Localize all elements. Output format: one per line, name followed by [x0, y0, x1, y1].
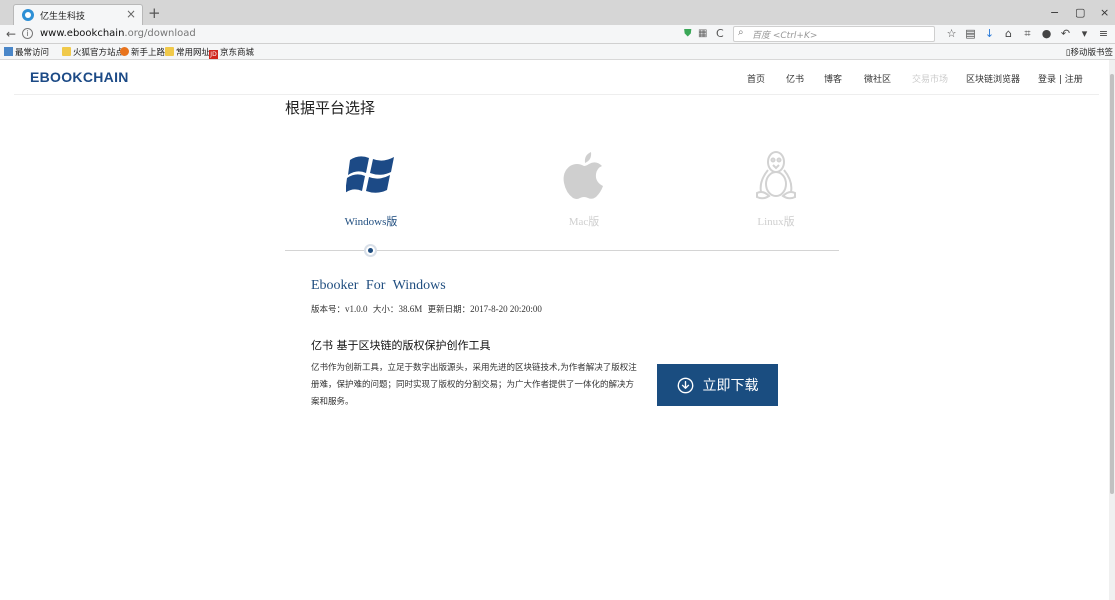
qr-code-icon[interactable]: ▦: [698, 28, 707, 39]
bookmark-label: 最常访问: [15, 48, 50, 58]
nav-login-register[interactable]: 登录 | 注册: [1038, 72, 1083, 85]
bookmark-list-icon: [4, 47, 13, 56]
bookmark-firefox-official[interactable]: 火狐官方站点: [62, 46, 124, 58]
size-value: 38.6M: [398, 304, 423, 314]
version-info: 版本号：v1.0.0 大小：38.6M 更新日期：2017-8-20 20:20…: [311, 303, 542, 315]
download-button[interactable]: 立即下载: [657, 364, 778, 406]
download-arrow-icon[interactable]: ↓: [980, 27, 999, 40]
bookmark-common-sites[interactable]: 常用网址: [165, 46, 210, 58]
page-title: 根据平台选择: [285, 99, 376, 117]
mobile-bookmarks[interactable]: ▯移动版书签: [1066, 46, 1113, 58]
undo-icon[interactable]: ↶: [1056, 27, 1075, 40]
address-bar[interactable]: www.ebookchain.org/download: [40, 28, 196, 39]
reading-list-icon[interactable]: ▤: [961, 27, 980, 40]
screenshot-icon[interactable]: ⌗: [1018, 27, 1037, 41]
bookmark-label: 常用网址: [176, 48, 211, 58]
site-info-icon[interactable]: i: [22, 28, 33, 39]
folder-icon: [62, 47, 71, 56]
apple-icon: [563, 152, 603, 199]
platform-mac[interactable]: Mac版: [529, 145, 639, 229]
close-tab-icon[interactable]: ×: [126, 7, 136, 21]
linux-icon: [756, 151, 796, 200]
scrollbar-thumb[interactable]: [1110, 74, 1114, 494]
browser-tab[interactable]: 亿生生科技 ×: [13, 4, 143, 25]
bookmark-label: 京东商城: [220, 48, 255, 58]
home-icon[interactable]: ⌂: [999, 27, 1018, 40]
platform-windows[interactable]: Windows版: [316, 145, 426, 229]
nav-marketplace[interactable]: 交易市场: [912, 72, 948, 85]
mobile-bookmarks-label: 移动版书签: [1070, 48, 1113, 58]
chat-icon[interactable]: ●: [1037, 27, 1056, 40]
update-date-value: 2017-8-20 20:20:00: [470, 304, 542, 314]
minimize-button[interactable]: −: [1050, 6, 1059, 19]
nav-blog[interactable]: 博客: [824, 72, 842, 85]
close-window-button[interactable]: ×: [1100, 6, 1109, 19]
reload-icon[interactable]: C: [716, 27, 724, 40]
bookmarks-bar: 最常访问 火狐官方站点 新手上路 常用网址 JD 京东商城 ▯移动版书签: [0, 44, 1115, 60]
nav-blockchain-explorer[interactable]: 区块链浏览器: [966, 72, 1020, 85]
platform-label: Mac版: [568, 216, 600, 228]
version-value: v1.0.0: [345, 304, 368, 314]
url-path: .org/download: [124, 28, 196, 39]
folder-icon: [165, 47, 174, 56]
site-logo[interactable]: EBOOKCHAIN: [30, 69, 129, 85]
platform-linux[interactable]: Linux版: [721, 145, 831, 229]
new-tab-button[interactable]: +: [148, 4, 161, 22]
download-circle-icon: [677, 377, 693, 393]
jd-logo-icon: JD: [209, 50, 218, 59]
download-label: 立即下载: [702, 377, 759, 393]
tab-title: 亿生生科技: [40, 12, 86, 22]
dropdown-icon[interactable]: ▾: [1075, 27, 1094, 40]
selected-platform-indicator: [364, 244, 377, 257]
description-text: 亿书作为创新工具，立足于数字出版源头，采用先进的区块链技术,为作者解决了版权注册…: [311, 363, 637, 407]
search-placeholder: 百度 <Ctrl+K>: [752, 31, 818, 41]
update-date-label: 更新日期：: [427, 305, 471, 315]
platform-label: Linux版: [757, 216, 795, 228]
browser-tab-bar: 亿生生科技 × + − ▢ ×: [0, 0, 1115, 25]
search-icon: ⌕: [738, 27, 744, 38]
bookmark-label: 新手上路: [131, 48, 166, 58]
bookmark-jd[interactable]: JD 京东商城: [209, 46, 254, 59]
nav-home[interactable]: 首页: [747, 72, 765, 85]
menu-icon[interactable]: ≡: [1094, 27, 1113, 40]
firefox-icon: [120, 47, 129, 56]
version-label: 版本号：: [311, 305, 346, 315]
site-header: EBOOKCHAIN 首页 亿书 博客 微社区 交易市场 区块链浏览器 登录 |…: [14, 60, 1099, 95]
url-host: www.ebookchain: [40, 28, 125, 39]
toolbar-icons: ☆ ▤ ↓ ⌂ ⌗ ● ↶ ▾ ≡: [942, 27, 1113, 41]
site-favicon-icon: [22, 9, 34, 21]
back-arrow-icon[interactable]: ←: [6, 27, 16, 41]
nav-community[interactable]: 微社区: [864, 72, 891, 85]
bookmark-label: 火狐官方站点: [73, 48, 125, 58]
star-bookmark-icon[interactable]: ☆: [942, 27, 961, 40]
page-scrollbar[interactable]: [1109, 60, 1115, 600]
windows-icon: [346, 156, 394, 193]
product-title: Ebooker For Windows: [311, 278, 446, 293]
bookmark-most-visited[interactable]: 最常访问: [4, 46, 49, 58]
nav-ebook[interactable]: 亿书: [786, 72, 804, 85]
search-input[interactable]: ⌕ 百度 <Ctrl+K>: [733, 26, 935, 42]
description-title: 亿书 基于区块链的版权保护创作工具: [311, 339, 491, 352]
platform-label: Windows版: [344, 216, 398, 228]
shield-icon[interactable]: ⛊: [684, 28, 692, 39]
bookmark-getting-started[interactable]: 新手上路: [120, 46, 165, 58]
maximize-button[interactable]: ▢: [1075, 6, 1085, 19]
size-label: 大小：: [372, 305, 399, 315]
browser-navigation-bar: ← i www.ebookchain.org/download ⛊ ▦ C ⌕ …: [0, 25, 1115, 44]
